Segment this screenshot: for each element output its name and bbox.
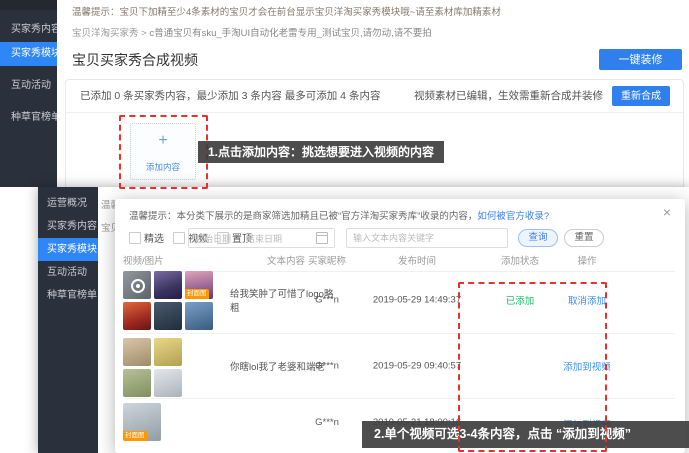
row-thumbnails: 封面图 (123, 271, 213, 330)
top-panel: 温馨提示：宝贝下加精至少4条素材的宝贝才会在前台显示宝贝洋淘买家秀模块哦~请至素… (57, 0, 689, 187)
photo-thumbnail[interactable] (123, 369, 151, 397)
row-publish-time: 2019-05-29 09:40:57 (367, 361, 467, 372)
modal-notice-text: 温馨提示：本分类下展示的是商家筛选加精且已被“官方洋淘买家秀库”收录的内容， (129, 211, 477, 222)
recompose-button[interactable]: 重新合成 (612, 86, 670, 106)
compose-panel-header: 已添加 0 条买家秀内容，最少添加 3 条内容 最多可添加 4 条内容 视频素材… (66, 80, 683, 113)
video-status-text: 视频素材已编辑，生效需重新合成并装修 (414, 80, 603, 112)
photo-thumbnail[interactable] (123, 338, 151, 366)
tooltip-step1: 1.点击添加内容：挑选想要进入视频的内容 (198, 141, 444, 163)
date-range-picker[interactable]: 起始日期 - 结束日期 (188, 228, 335, 248)
cancel-add-link[interactable]: 取消添加 (552, 293, 622, 307)
calendar-icon (316, 232, 328, 244)
play-icon (131, 279, 145, 293)
sidebar-item-buyer-show-module[interactable]: 买家秀模块 (38, 238, 98, 261)
row-nickname: G***n (302, 361, 352, 372)
checkbox-label: 精选 (144, 230, 164, 245)
breadcrumb-separator: > (141, 28, 147, 39)
sidebar-item-interactive-activity[interactable]: 互动活动 (0, 74, 57, 98)
cover-badge: 封面图 (123, 431, 147, 441)
keyword-input[interactable] (346, 228, 508, 248)
add-to-video-link[interactable]: 添加到视频 (552, 359, 622, 373)
content-picker-modal: × 温馨提示：本分类下展示的是商家筛选加精且已被“官方洋淘买家秀库”收录的内容，… (115, 199, 685, 453)
date-start-placeholder: 起始日期 (195, 232, 231, 245)
row-thumbnails: 封面图 (123, 403, 213, 441)
sidebar-item-operation-overview[interactable]: 运营概况 (38, 192, 98, 215)
header-action: 操作 (552, 253, 622, 267)
date-separator: - (237, 233, 240, 243)
cover-badge: 封面图 (185, 289, 209, 299)
table-row: 封面图 给我笑肿了可惜了logo略粗 G***n 2019-05-29 14:4… (115, 267, 685, 333)
filter-checkbox-featured[interactable]: 精选 (129, 230, 164, 245)
sidebar-item-buyer-show-content[interactable]: 买家秀内容 (0, 18, 57, 42)
screen: 买家秀内容 买家秀模块 互动活动 种草官榜单 温馨提示：宝贝下加精至少4条素材的… (0, 0, 689, 453)
row-nickname: G***n (302, 295, 352, 306)
add-content-label: 添加内容 (131, 161, 195, 173)
sidebar-item-grass-rank[interactable]: 种草官榜单 (0, 106, 57, 130)
photo-thumbnail[interactable] (154, 271, 182, 299)
sidebar-item-interactive-activity[interactable]: 互动活动 (38, 261, 98, 284)
breadcrumb-current: c普通宝贝有sku_手淘UI自动化老雷专用_测试宝贝,请勿动,请不要拍 (149, 28, 431, 39)
how-to-be-collected-link[interactable]: 如何被官方收录? (477, 211, 549, 222)
one-click-decorate-button[interactable]: 一键装修 (599, 49, 682, 70)
photo-thumbnail[interactable] (123, 302, 151, 330)
top-notice: 温馨提示：宝贝下加精至少4条素材的宝贝才会在前台显示宝贝洋淘买家秀模块哦~请至素… (72, 4, 501, 18)
sidebar-item-buyer-show-module[interactable]: 买家秀模块 (0, 42, 57, 66)
row-publish-time: 2019-05-29 14:49:37 (367, 295, 467, 306)
photo-thumbnail[interactable] (154, 369, 182, 397)
page-title: 宝贝买家秀合成视频 (72, 50, 198, 70)
close-icon[interactable]: × (663, 205, 671, 219)
photo-thumbnail[interactable] (185, 302, 213, 330)
tooltip-step2: 2.单个视频可选3-4条内容，点击 “添加到视频” (362, 421, 689, 448)
plus-icon: + (131, 133, 195, 149)
table-row: 你瞎lol我了老婆和端老 G***n 2019-05-29 09:40:57 添… (115, 334, 685, 398)
sidebar-top-cap (0, 0, 57, 10)
row-thumbnails (123, 338, 182, 397)
date-end-placeholder: 结束日期 (246, 232, 282, 245)
sidebar-item-grass-rank[interactable]: 种草官榜单 (38, 284, 98, 307)
header-add-status: 添加状态 (490, 253, 550, 267)
row-nickname: G***n (302, 417, 352, 428)
sidebar-mid: 运营概况 买家秀内容 买家秀模块 互动活动 种草官榜单 (38, 187, 98, 453)
checkbox-icon[interactable] (129, 232, 141, 244)
photo-thumbnail[interactable]: 封面图 (185, 271, 213, 299)
header-nickname: 买家昵称 (302, 253, 352, 267)
photo-thumbnail[interactable]: 封面图 (123, 403, 161, 441)
header-publish-time: 发布时间 (367, 253, 467, 267)
checkbox-icon[interactable] (173, 232, 185, 244)
header-media: 视频/图片 (123, 253, 223, 267)
added-summary: 已添加 0 条买家秀内容，最少添加 3 条内容 最多可添加 4 条内容 (80, 80, 380, 112)
sidebar-top: 买家秀内容 买家秀模块 互动活动 种草官榜单 (0, 0, 57, 187)
modal-notice: 温馨提示：本分类下展示的是商家筛选加精且已被“官方洋淘买家秀库”收录的内容，如何… (129, 208, 549, 222)
video-thumbnail[interactable] (123, 271, 151, 299)
search-button[interactable]: 查询 (518, 229, 558, 247)
breadcrumb: 宝贝洋淘买家秀 > c普通宝贝有sku_手淘UI自动化老雷专用_测试宝贝,请勿动… (72, 25, 432, 39)
photo-thumbnail[interactable] (154, 302, 182, 330)
row-add-status: 已添加 (490, 293, 550, 307)
add-content-tile[interactable]: + 添加内容 (130, 123, 196, 180)
breadcrumb-root[interactable]: 宝贝洋淘买家秀 (72, 28, 139, 39)
photo-thumbnail[interactable] (154, 338, 182, 366)
reset-button[interactable]: 重置 (564, 229, 604, 247)
sidebar-item-buyer-show-content[interactable]: 买家秀内容 (38, 215, 98, 238)
